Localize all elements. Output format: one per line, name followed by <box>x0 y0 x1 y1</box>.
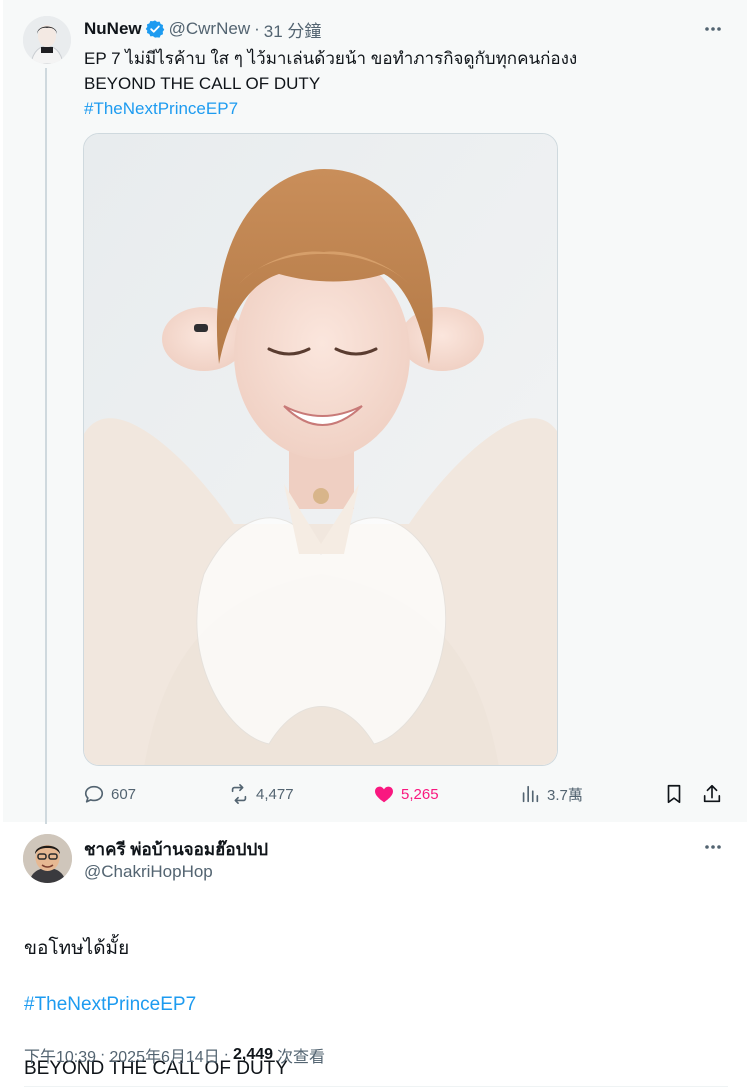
reply-date[interactable]: 2025年6月14日 <box>109 1043 219 1067</box>
tweet-photo[interactable] <box>83 133 558 766</box>
more-options-button[interactable] <box>702 18 724 40</box>
reply-author-name[interactable]: ชาครี พ่อบ้านจอมฮ๊อปปป <box>84 836 268 863</box>
tweet-text-line: EP 7 ไม่มีไรค้าบ ใส ๆ ไว้มาเล่นด้วยน้า ข… <box>84 49 578 68</box>
share-button[interactable] <box>701 779 723 809</box>
author-name[interactable]: NuNew <box>84 19 142 39</box>
tweet-thread: NuNew @CwrNew · 31 分鐘 EP 7 ไม่มีไรค้าบ ใ… <box>0 0 752 1089</box>
more-horizontal-icon <box>705 27 721 31</box>
reply-button[interactable]: 607 <box>83 779 136 809</box>
retweet-icon <box>231 784 247 804</box>
bookmark-button[interactable] <box>663 779 685 809</box>
bookmark-icon <box>667 784 681 804</box>
user-avatar-photo-icon <box>23 834 72 883</box>
reply-more-options-button[interactable] <box>702 836 724 858</box>
retweet-button[interactable]: 4,477 <box>228 779 294 809</box>
views-button[interactable]: 3.7萬 <box>519 779 583 809</box>
separator-dot: · <box>100 1046 106 1063</box>
tweet-body: EP 7 ไม่มีไรค้าบ ใส ๆ ไว้มาเล่นด้วยน้า ข… <box>84 46 704 121</box>
reply-author-avatar[interactable] <box>23 834 72 883</box>
divider <box>24 1086 728 1087</box>
retweet-count: 4,477 <box>256 785 294 803</box>
like-count: 5,265 <box>401 785 439 803</box>
views-count: 3.7萬 <box>547 786 583 804</box>
reply-time[interactable]: 下午10:39 <box>24 1043 96 1067</box>
reply-icon <box>84 785 104 803</box>
reply-count: 607 <box>111 785 137 803</box>
tweet-text-line: BEYOND THE CALL OF DUTY <box>84 74 321 93</box>
tweet-action-bar: 607 4,477 5,265 3.7萬 <box>83 779 729 809</box>
author-avatar[interactable] <box>23 16 71 64</box>
tweet-header: NuNew @CwrNew · 31 分鐘 <box>84 17 322 42</box>
separator-dot: · <box>223 1046 229 1063</box>
more-horizontal-icon <box>705 845 721 849</box>
heart-filled-icon <box>375 786 393 803</box>
views-chart-icon <box>522 785 539 803</box>
photo-portrait-icon <box>84 134 557 765</box>
share-icon <box>703 784 721 803</box>
verified-badge-icon <box>145 20 164 38</box>
user-avatar-photo-icon <box>23 16 71 64</box>
reply-views-label: 次查看 <box>277 1049 326 1066</box>
reply-views-count: 2,449 <box>233 1046 274 1063</box>
author-handle[interactable]: @CwrNew <box>169 19 250 39</box>
hashtag-link[interactable]: #TheNextPrinceEP7 <box>84 96 704 121</box>
tweet-timestamp[interactable]: 31 分鐘 <box>264 17 322 42</box>
reply-meta: 下午10:39 · 2025年6月14日 · 2,449 次查看 <box>24 1043 325 1067</box>
reply-text-line: ขอโทษได้มั้ย <box>24 938 130 959</box>
thread-connector <box>45 68 47 824</box>
reply-author-handle[interactable]: @ChakriHopHop <box>84 862 213 882</box>
like-button[interactable]: 5,265 <box>373 779 439 809</box>
reply-hashtag-link[interactable]: #TheNextPrinceEP7 <box>24 990 196 1020</box>
separator-dot: · <box>254 19 260 38</box>
